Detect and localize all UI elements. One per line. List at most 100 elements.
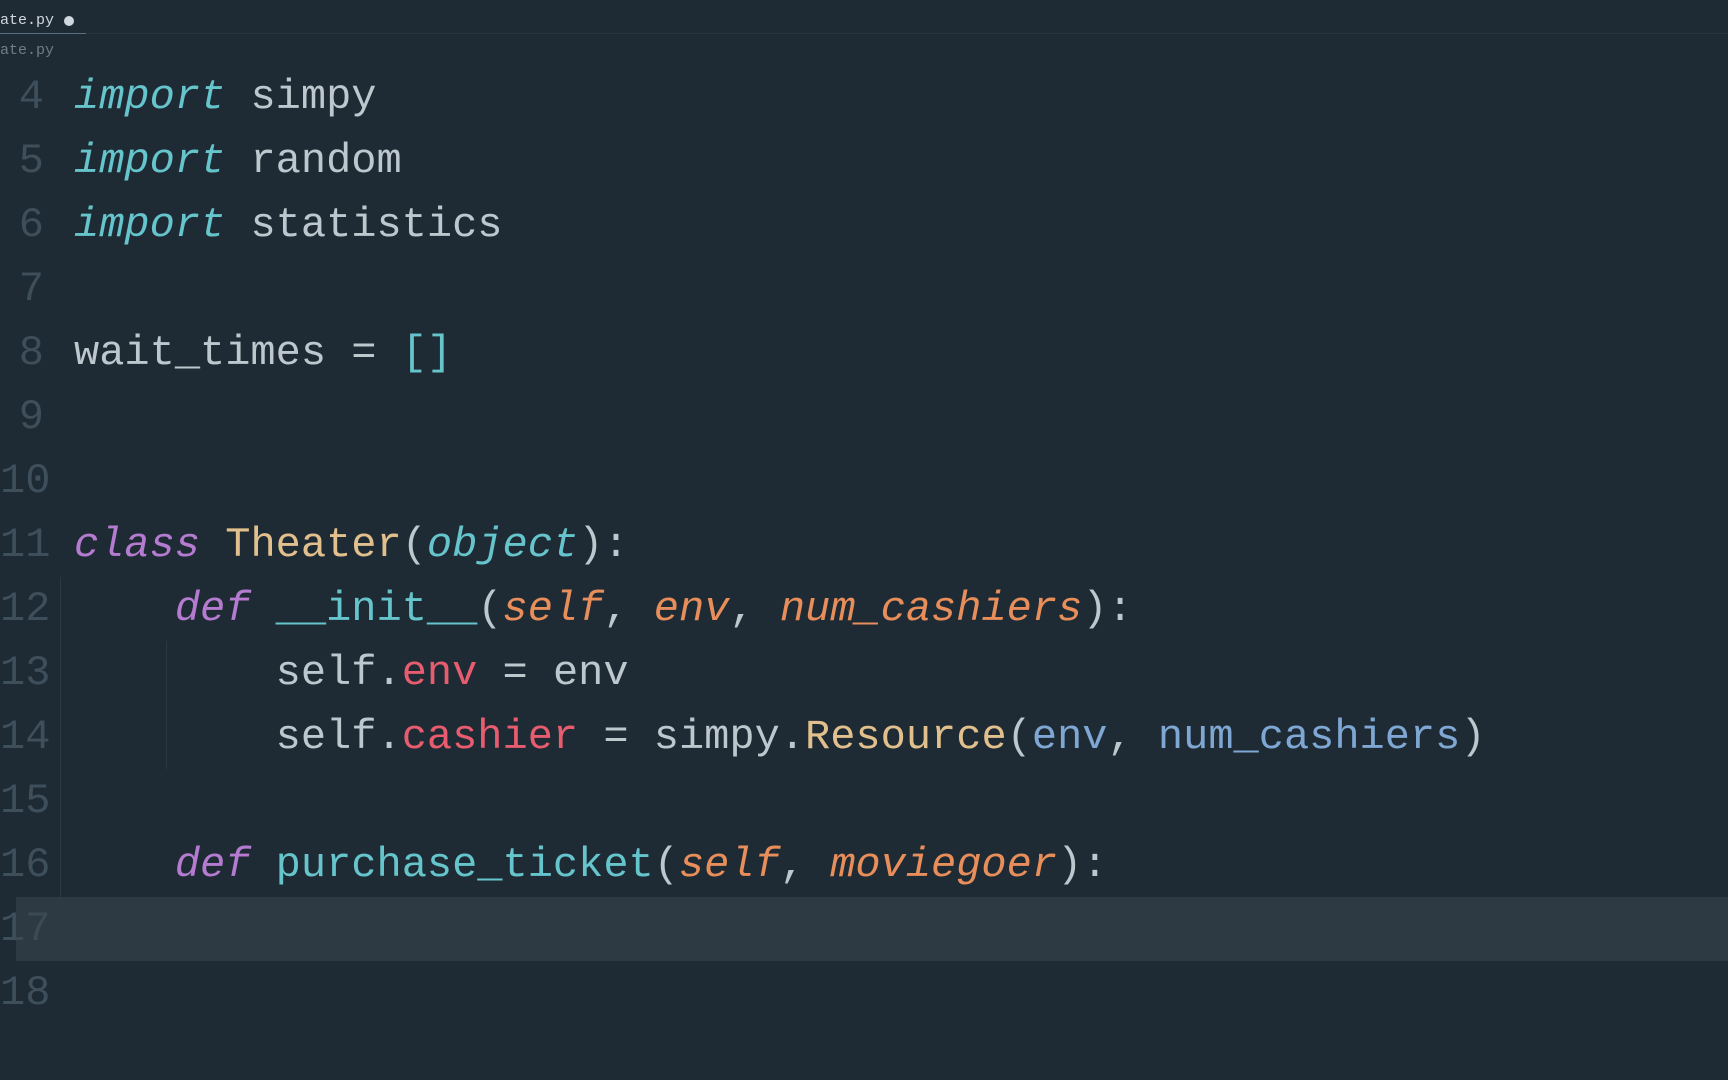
code-token: env <box>528 641 629 705</box>
code-token: Theater <box>225 513 401 577</box>
indent-guide <box>60 577 61 897</box>
code-token: moviegoer <box>830 833 1057 897</box>
code-token: [] <box>402 321 452 385</box>
code-token: self <box>276 705 377 769</box>
code-token: purchase_ticket <box>276 833 654 897</box>
code-token: object <box>427 513 578 577</box>
code-token: simpy <box>250 65 376 129</box>
code-line[interactable]: def __init__(self, env, num_cashiers): <box>74 577 1486 641</box>
line-number: 18 <box>0 961 44 1025</box>
code-line[interactable]: self.env = env <box>74 641 1486 705</box>
code-token: : <box>1082 833 1107 897</box>
line-number: 14 <box>0 705 44 769</box>
code-token: import <box>74 65 225 129</box>
line-number: 11 <box>0 513 44 577</box>
code-line[interactable] <box>74 385 1486 449</box>
code-token: = <box>603 705 628 769</box>
code-token <box>74 641 276 705</box>
code-token: , <box>729 577 779 641</box>
code-token: . <box>376 641 401 705</box>
line-number: 5 <box>0 129 44 193</box>
modified-indicator-icon <box>64 16 74 26</box>
code-token: wait_times <box>74 321 351 385</box>
code-token <box>74 833 175 897</box>
code-line[interactable]: import statistics <box>74 193 1486 257</box>
code-area[interactable]: import simpyimport randomimport statisti… <box>58 65 1486 1025</box>
current-line-highlight <box>16 897 1728 961</box>
code-line[interactable] <box>74 449 1486 513</box>
code-token: num_cashiers <box>1158 705 1460 769</box>
code-token: env <box>1032 705 1108 769</box>
code-token: . <box>780 705 805 769</box>
code-token <box>250 577 275 641</box>
code-token: num_cashiers <box>780 577 1082 641</box>
code-line[interactable] <box>74 257 1486 321</box>
line-number: 12 <box>0 577 44 641</box>
code-token: ( <box>402 513 427 577</box>
code-line[interactable] <box>74 769 1486 833</box>
line-number-gutter: 456789101112131415161718 <box>0 65 58 1025</box>
code-line[interactable]: wait_times = [] <box>74 321 1486 385</box>
code-token: env <box>654 577 730 641</box>
code-token: ) <box>1057 833 1082 897</box>
code-token: statistics <box>250 193 502 257</box>
code-token <box>225 193 250 257</box>
line-number: 7 <box>0 257 44 321</box>
code-token: = <box>351 321 376 385</box>
code-token: def <box>175 833 251 897</box>
code-token: = <box>503 641 528 705</box>
code-token: ( <box>1007 705 1032 769</box>
code-token <box>477 641 502 705</box>
code-token: ( <box>477 577 502 641</box>
code-line[interactable] <box>74 961 1486 1025</box>
code-token <box>74 705 276 769</box>
code-token: Resource <box>805 705 1007 769</box>
line-number: 10 <box>0 449 44 513</box>
code-token <box>578 705 603 769</box>
code-token: self <box>503 577 604 641</box>
line-number: 4 <box>0 65 44 129</box>
code-line[interactable]: class Theater(object): <box>74 513 1486 577</box>
code-token: self <box>276 641 377 705</box>
code-editor[interactable]: 456789101112131415161718 import simpyimp… <box>0 59 1728 1025</box>
code-token: random <box>250 129 401 193</box>
code-token: cashier <box>402 705 578 769</box>
code-token: simpy <box>629 705 780 769</box>
code-token: class <box>74 513 200 577</box>
code-token: env <box>402 641 478 705</box>
code-token: . <box>376 705 401 769</box>
tab-file[interactable]: ate.py <box>0 8 86 34</box>
code-token <box>200 513 225 577</box>
code-token: ) <box>578 513 603 577</box>
code-token: def <box>175 577 251 641</box>
code-token: , <box>780 833 830 897</box>
line-number: 13 <box>0 641 44 705</box>
code-token <box>74 577 175 641</box>
code-line[interactable]: def purchase_ticket(self, moviegoer): <box>74 833 1486 897</box>
breadcrumb[interactable]: ate.py <box>0 34 1728 59</box>
line-number: 9 <box>0 385 44 449</box>
line-number: 6 <box>0 193 44 257</box>
breadcrumb-filename: ate.py <box>0 42 54 59</box>
code-line[interactable]: import random <box>74 129 1486 193</box>
line-number: 8 <box>0 321 44 385</box>
line-number: 15 <box>0 769 44 833</box>
code-token <box>376 321 401 385</box>
code-token: , <box>603 577 653 641</box>
code-token <box>225 129 250 193</box>
code-token: __init__ <box>276 577 478 641</box>
tab-filename: ate.py <box>0 12 54 29</box>
code-line[interactable]: self.cashier = simpy.Resource(env, num_c… <box>74 705 1486 769</box>
code-token: : <box>1108 577 1133 641</box>
code-token <box>225 65 250 129</box>
code-token <box>250 833 275 897</box>
code-token: ) <box>1460 705 1485 769</box>
code-token: import <box>74 193 225 257</box>
code-token: ( <box>654 833 679 897</box>
code-line[interactable]: import simpy <box>74 65 1486 129</box>
code-token: , <box>1108 705 1158 769</box>
code-token: import <box>74 129 225 193</box>
line-number: 16 <box>0 833 44 897</box>
code-line[interactable] <box>74 897 1486 961</box>
code-token: : <box>603 513 628 577</box>
